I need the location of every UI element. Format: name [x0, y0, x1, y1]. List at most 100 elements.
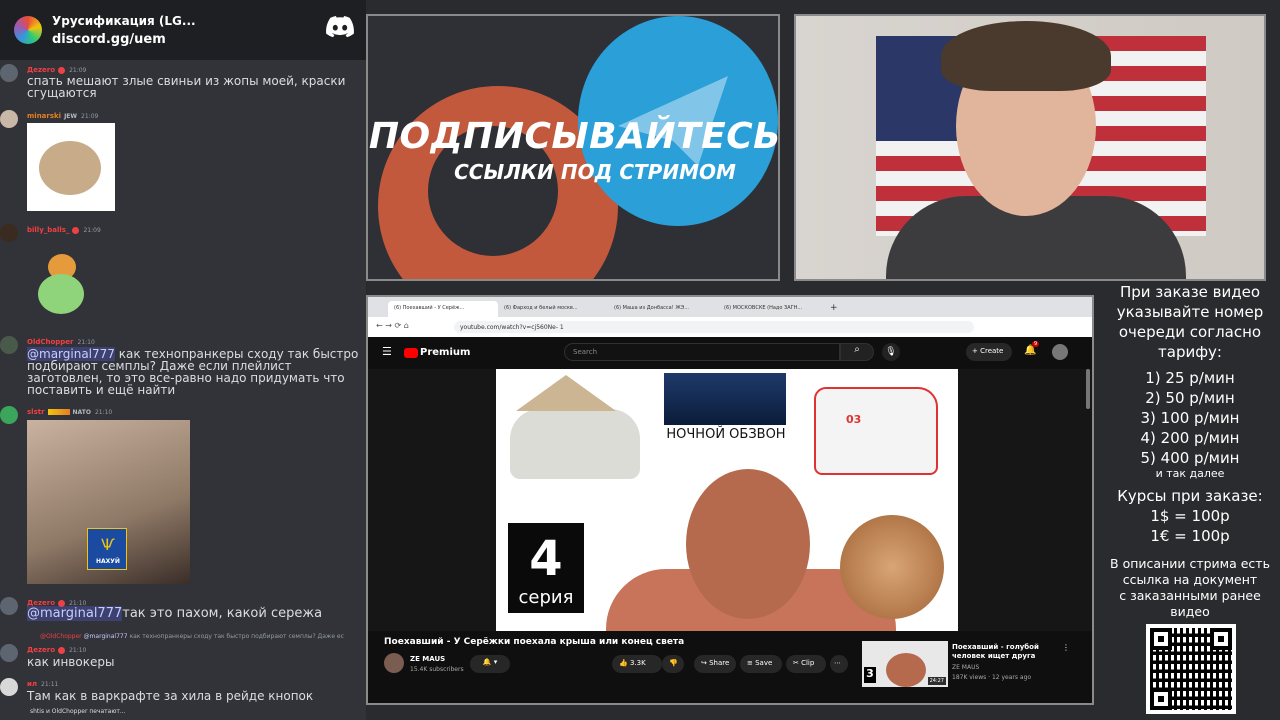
microphone-icon[interactable]: 🎙: [882, 343, 900, 361]
recommended-channel: ZE MAUS: [952, 664, 980, 671]
tariff-item: 2) 50 р/мин: [1145, 389, 1235, 407]
more-options-icon[interactable]: ⋯: [830, 655, 848, 673]
timestamp: 21:10: [77, 339, 95, 346]
message-text: @marginal777так это пахом, какой сережа: [27, 606, 323, 621]
browser-window: (6) Поехавший - У Серёж... (6) Фарход и …: [366, 295, 1094, 705]
youtube-logo-icon[interactable]: [404, 348, 418, 358]
browser-tab[interactable]: (6) Поехавший - У Серёж...: [388, 301, 498, 317]
dislike-icon[interactable]: 👎: [662, 655, 684, 673]
thumbnail-label: НОЧНОЙ ОБЗВОН: [666, 427, 786, 442]
menu-icon[interactable]: ☰: [382, 345, 392, 358]
city-image: [664, 373, 786, 425]
avatar: [0, 64, 18, 82]
tariff-item: 1) 25 р/мин: [1145, 369, 1235, 387]
username: billy_balls_: [27, 226, 70, 234]
info-heading: При заказе видео: [1119, 283, 1261, 301]
tariff-item: 3) 100 р/мин: [1140, 409, 1240, 427]
role-tag: NATO: [72, 409, 91, 416]
tariff-item: 4) 200 р/мин: [1140, 429, 1240, 447]
order-info-panel: При заказе видео указывайте номер очеред…: [1100, 282, 1280, 620]
video-duration: 24:27: [927, 677, 946, 685]
role-tag: JEW: [64, 113, 78, 120]
stamp-label: НАХУЙ: [96, 558, 120, 565]
avatar: [0, 224, 18, 242]
youtube-header: ☰ Premium Search ⌕ 🎙 + Create 🔔 9: [368, 337, 1092, 367]
discord-header: Урусификация (LG... discord.gg/uem: [0, 0, 366, 60]
info-description: В описании стрима есть: [1110, 556, 1270, 571]
video-player[interactable]: НОЧНОЙ ОБЗВОН 03 4 серия: [496, 369, 958, 631]
scrollbar[interactable]: [1086, 369, 1090, 409]
flag-icon: [47, 409, 70, 415]
message-text: Там как в варкрафте за хила в рейде кноп…: [27, 689, 314, 703]
trident-icon: Ѱ: [101, 535, 115, 554]
ukraine-stamp: Ѱ НАХУЙ: [87, 528, 127, 570]
message-text: как инвокеры: [27, 655, 115, 669]
account-avatar[interactable]: [1052, 344, 1068, 360]
aztec-calendar-image: [840, 515, 944, 619]
save-button[interactable]: ≡ Save: [740, 655, 782, 673]
tariff-item: 5) 400 р/мин: [1140, 449, 1240, 467]
rate-item: 1$ = 100р: [1150, 507, 1230, 525]
role-badge-icon: [58, 66, 66, 74]
channel-avatar[interactable]: [384, 653, 404, 673]
avatar: [0, 678, 18, 696]
like-button[interactable]: 👍 3.3K: [612, 655, 662, 673]
avatar: [0, 644, 18, 662]
webcam-feed: [794, 14, 1266, 281]
info-heading: указывайте номер: [1116, 303, 1264, 321]
attached-image[interactable]: [27, 123, 115, 211]
episode-badge: 4 серия: [508, 523, 584, 613]
browser-tab[interactable]: (6) Фарход и белый москв...: [498, 301, 608, 317]
search-input[interactable]: Search: [564, 343, 840, 361]
attached-gif[interactable]: Ѱ НАХУЙ: [27, 420, 190, 584]
subscriber-count: 15.4K subscribers: [410, 666, 464, 673]
timestamp: 21:09: [69, 67, 87, 74]
url-field[interactable]: youtube.com/watch?v=cj560Ne- 1: [454, 321, 974, 333]
info-description: с заказанными ранее: [1119, 588, 1261, 603]
discord-logo-icon: [326, 16, 354, 38]
video-title: Поехавший - У Серёжки поехала крыша или …: [384, 637, 685, 647]
subscription-bell-icon[interactable]: 🔔 ▾: [470, 655, 510, 673]
browser-tab[interactable]: (6) Маша из Донбасса! ЖЭ...: [608, 301, 718, 317]
search-icon[interactable]: ⌕: [840, 343, 874, 361]
nav-arrows-icon[interactable]: ← → ⟳ ⌂: [376, 321, 409, 330]
tariff-etc: и так далее: [1155, 467, 1225, 480]
qr-code: [1146, 624, 1236, 714]
ambulance-image: 03: [814, 387, 938, 475]
promo-subtitle: ССЫЛКИ ПОД СТРИМОМ: [454, 160, 736, 184]
username: slstr: [27, 408, 45, 416]
role-badge-icon: [72, 226, 80, 234]
timestamp: 21:10: [94, 409, 113, 416]
clip-button[interactable]: ✂ Clip: [786, 655, 826, 673]
hamster-image: [39, 141, 101, 195]
car-image: [510, 409, 640, 479]
tab-bar: (6) Поехавший - У Серёж... (6) Фарход и …: [368, 297, 1092, 317]
username: Дezero: [27, 66, 56, 74]
create-button[interactable]: + Create: [966, 343, 1012, 361]
info-heading: очереди согласно: [1118, 323, 1262, 341]
kebab-menu-icon[interactable]: ⋮: [1062, 643, 1070, 652]
avatar: [0, 406, 18, 424]
username: ил: [27, 680, 38, 688]
user-mention[interactable]: @marginal777: [27, 606, 123, 621]
bird-sticker[interactable]: [38, 254, 88, 314]
new-tab-plus-icon[interactable]: +: [828, 301, 844, 317]
invite-link[interactable]: discord.gg/uem: [52, 32, 196, 47]
reply-preview[interactable]: @OldChopper @marginal777 как технопранке…: [0, 632, 366, 642]
discord-chat-panel: Урусификация (LG... discord.gg/uem Дezer…: [0, 0, 366, 720]
timestamp: 21:09: [81, 113, 99, 120]
subscribe-promo-panel: ПОДПИСЫВАЙТЕСЬ ССЫЛКИ ПОД СТРИМОМ: [366, 14, 780, 281]
role-badge-icon: [58, 646, 66, 654]
avatar: [0, 597, 18, 615]
address-bar: ← → ⟳ ⌂ youtube.com/watch?v=cj560Ne- 1: [368, 317, 1092, 337]
share-button[interactable]: ↪ Share: [694, 655, 736, 673]
rates-title: Курсы при заказе:: [1117, 487, 1263, 505]
recommended-thumbnail[interactable]: 3 24:27: [862, 641, 948, 687]
username: OldChopper: [27, 338, 74, 346]
server-name: Урусификация (LG...: [52, 13, 196, 28]
browser-tab[interactable]: (6) МОСКОВСКЕ (Надо ЗАГН...: [718, 301, 828, 317]
channel-name[interactable]: ZE MAUS: [410, 655, 445, 663]
recommended-title[interactable]: Поехавший - голубой человек ищет друга: [952, 643, 1064, 661]
username: minarski: [27, 112, 62, 120]
timestamp: 21:10: [69, 647, 87, 654]
